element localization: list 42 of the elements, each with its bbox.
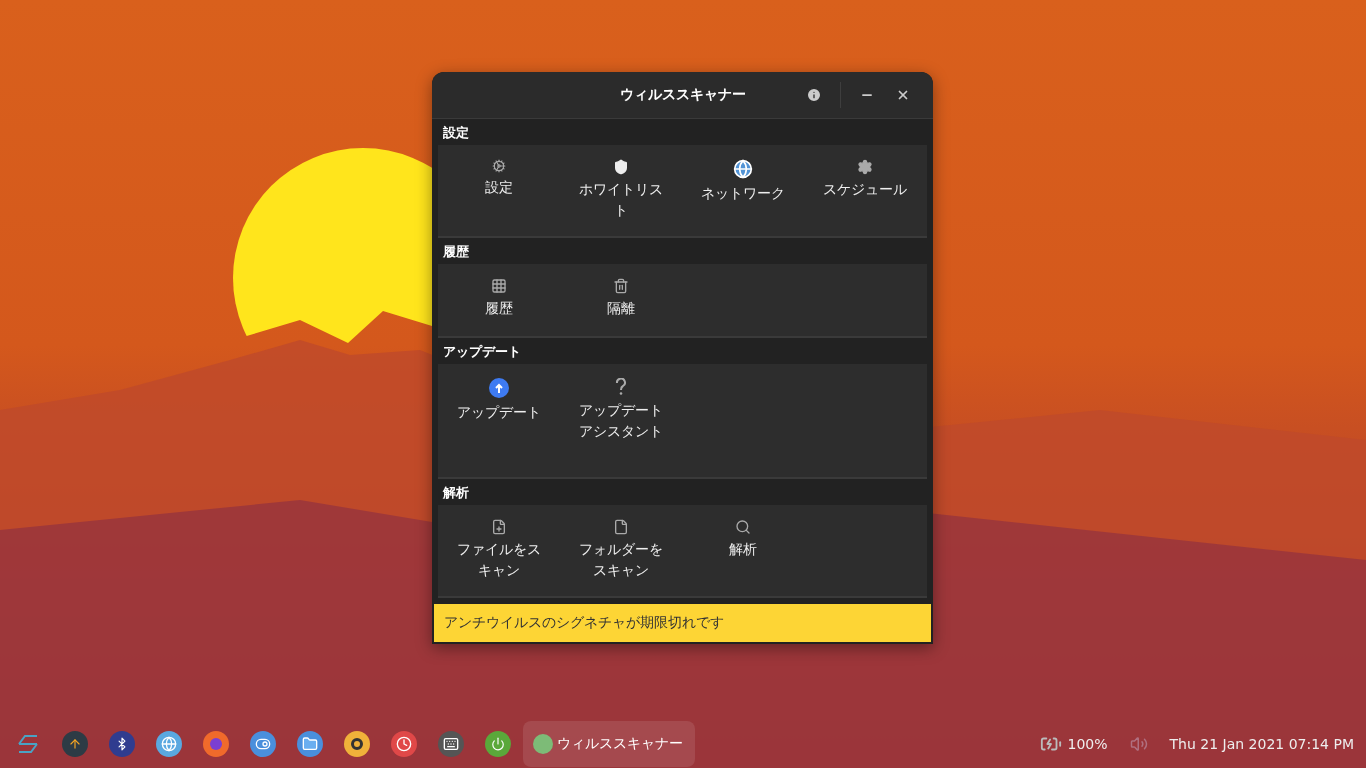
gears-icon	[492, 159, 506, 173]
tool-button[interactable]: スケジュール	[804, 145, 926, 200]
trash-icon	[613, 278, 629, 294]
close-icon	[896, 88, 910, 102]
tool-button[interactable]: 解析	[682, 505, 804, 560]
section-heading: 履歴	[442, 243, 470, 261]
question-icon	[615, 378, 627, 396]
globe-icon[interactable]	[155, 731, 182, 757]
section-heading: 解析	[442, 484, 470, 502]
bluetooth-icon[interactable]	[108, 731, 135, 757]
globe-icon	[733, 159, 753, 179]
tool-button[interactable]: ネットワーク	[682, 145, 804, 204]
gear-icon	[857, 159, 873, 175]
clock[interactable]: Thu 21 Jan 2021 07:14 PM	[1169, 736, 1354, 752]
keyboard-icon[interactable]	[437, 731, 464, 757]
shield-icon	[613, 159, 629, 175]
tool-button[interactable]: アップデートアシスタント	[560, 364, 682, 442]
tool-button[interactable]: ホワイトリスト	[560, 145, 682, 221]
tool-button[interactable]: 履歴	[438, 264, 560, 319]
section-heading: 設定	[442, 124, 470, 142]
file-add-icon	[491, 519, 507, 535]
battery-level: 100%	[1067, 736, 1108, 752]
tool-button[interactable]: アップデート	[438, 364, 560, 423]
tool-button[interactable]: 設定	[438, 145, 560, 198]
folder-icon[interactable]	[296, 731, 323, 757]
power-icon[interactable]	[484, 731, 511, 757]
tool-button[interactable]: ファイルをスキャン	[438, 505, 560, 581]
grid-icon	[491, 278, 507, 294]
clock-icon[interactable]	[390, 731, 417, 757]
info-icon	[806, 87, 822, 103]
file-icon	[613, 519, 629, 535]
tool-button[interactable]: 隔離	[560, 264, 682, 319]
window-title: ウィルススキャナー	[619, 86, 746, 104]
launcher-icon[interactable]	[61, 731, 88, 757]
taskbar-app-button[interactable]: ウィルススキャナー	[523, 721, 695, 767]
section-heading: アップデート	[442, 343, 522, 361]
search-icon	[735, 519, 751, 535]
toggle-icon[interactable]	[249, 731, 276, 757]
update-icon	[489, 378, 509, 398]
disc-icon[interactable]	[343, 731, 370, 757]
warning-banner: アンチウイルスのシグネチャが期限切れです	[434, 604, 931, 642]
tool-button[interactable]: フォルダーをスキャン	[560, 505, 682, 581]
